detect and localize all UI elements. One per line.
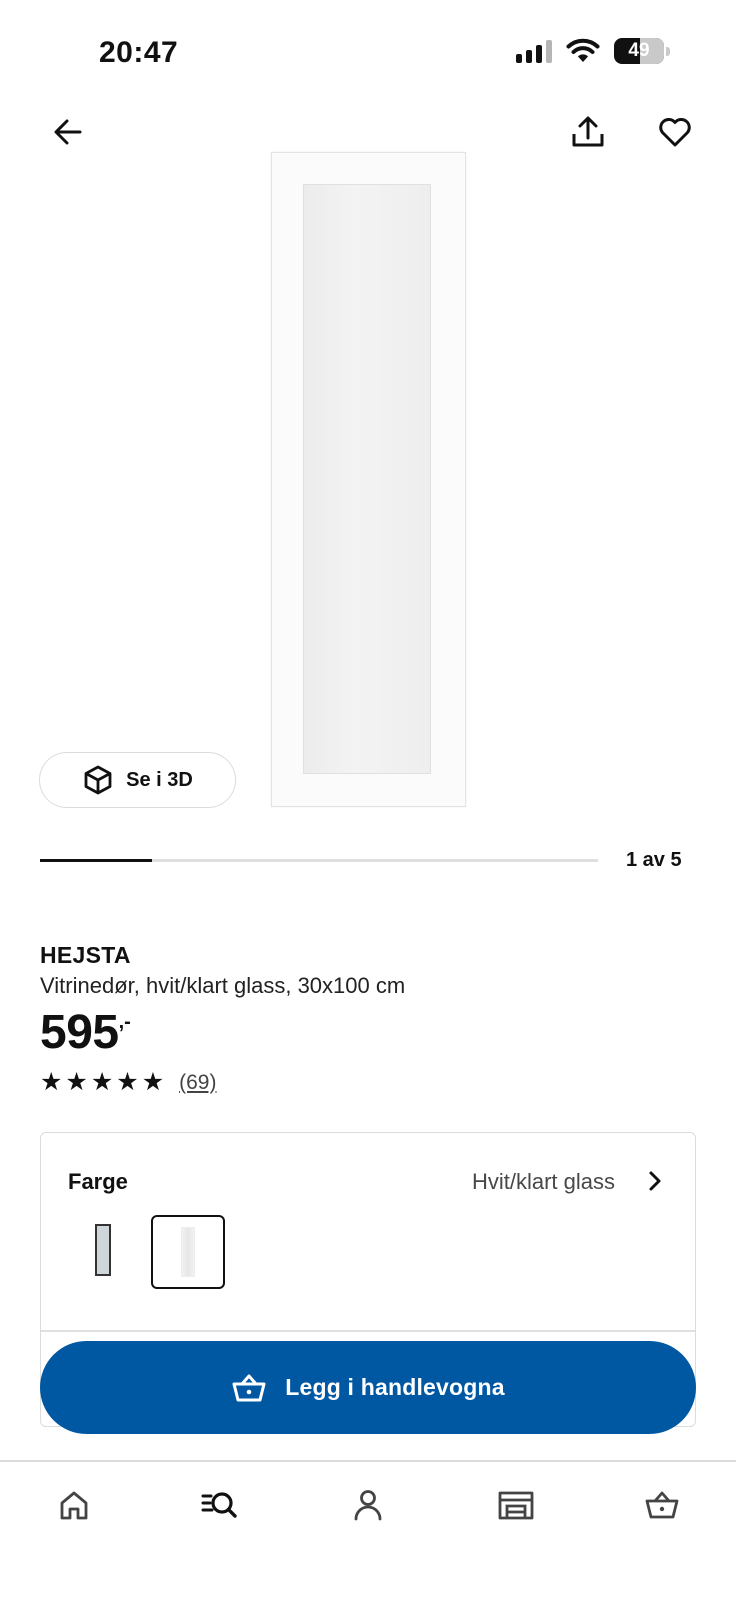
- share-button[interactable]: [564, 108, 612, 156]
- gallery-progress: [40, 859, 598, 862]
- nav-home[interactable]: [50, 1481, 98, 1529]
- product-image[interactable]: [271, 152, 466, 807]
- star-icon: ★: [141, 1068, 165, 1096]
- status-bar: 20:47 49: [0, 0, 736, 100]
- favorite-button[interactable]: [651, 108, 699, 156]
- nav-profile[interactable]: [344, 1481, 392, 1529]
- battery-level: 49: [628, 40, 650, 61]
- color-selected-value[interactable]: Hvit/klart glass: [472, 1169, 615, 1195]
- search-icon: [201, 1492, 237, 1518]
- price-decimal: ,-: [118, 1011, 131, 1033]
- add-to-cart-button[interactable]: Legg i handlevogna: [40, 1341, 696, 1434]
- nav-store[interactable]: [492, 1481, 540, 1529]
- card-divider: [41, 1330, 695, 1332]
- chevron-right-icon[interactable]: [639, 1165, 671, 1197]
- cart-icon: [645, 1491, 679, 1519]
- cube-icon: [84, 765, 112, 795]
- heart-icon: [659, 118, 691, 147]
- view-3d-button[interactable]: Se i 3D: [39, 752, 236, 808]
- product-price: 595 ,-: [40, 1005, 131, 1060]
- product-rating[interactable]: ★ ★ ★ ★ ★ (69): [40, 1070, 216, 1095]
- star-icon: ★: [90, 1068, 114, 1096]
- star-icon: ★: [40, 1068, 63, 1096]
- price-integer: 595: [40, 1006, 119, 1059]
- top-nav: [0, 108, 736, 158]
- star-icon: ★: [116, 1068, 139, 1096]
- product-glass-panel: [303, 184, 431, 774]
- share-icon: [572, 116, 604, 147]
- review-count-link[interactable]: (69): [179, 1071, 216, 1095]
- nav-cart[interactable]: [638, 1481, 686, 1529]
- wifi-icon: [566, 38, 600, 62]
- status-icons: 49: [516, 38, 670, 64]
- product-name: HEJSTA: [40, 942, 131, 968]
- bottom-nav: [0, 1461, 736, 1541]
- gallery-page-indicator: 1 av 5: [626, 849, 682, 871]
- color-label: Farge: [68, 1169, 128, 1194]
- status-time: 20:47: [99, 36, 179, 69]
- basket-icon: [232, 1374, 266, 1401]
- gallery-progress-fill: [40, 859, 152, 862]
- nav-search[interactable]: [196, 1481, 244, 1529]
- star-icon: ★: [65, 1068, 88, 1096]
- store-icon: [498, 1491, 534, 1520]
- color-swatch-selected[interactable]: [151, 1215, 225, 1289]
- battery-icon: 49: [614, 38, 664, 64]
- product-description: Vitrinedør, hvit/klart glass, 30x100 cm: [40, 973, 406, 998]
- home-icon: [60, 1491, 88, 1520]
- color-swatch-option[interactable]: [81, 1213, 125, 1287]
- swatch-door-icon: [181, 1227, 195, 1277]
- view-3d-label: Se i 3D: [126, 768, 193, 791]
- add-to-cart-label: Legg i handlevogna: [285, 1374, 505, 1400]
- swatch-door-icon: [95, 1224, 111, 1276]
- battery-tip: [666, 46, 670, 56]
- signal-icon: [516, 39, 552, 63]
- profile-icon: [354, 1490, 382, 1521]
- back-arrow-icon: [54, 119, 82, 145]
- back-button[interactable]: [44, 108, 92, 156]
